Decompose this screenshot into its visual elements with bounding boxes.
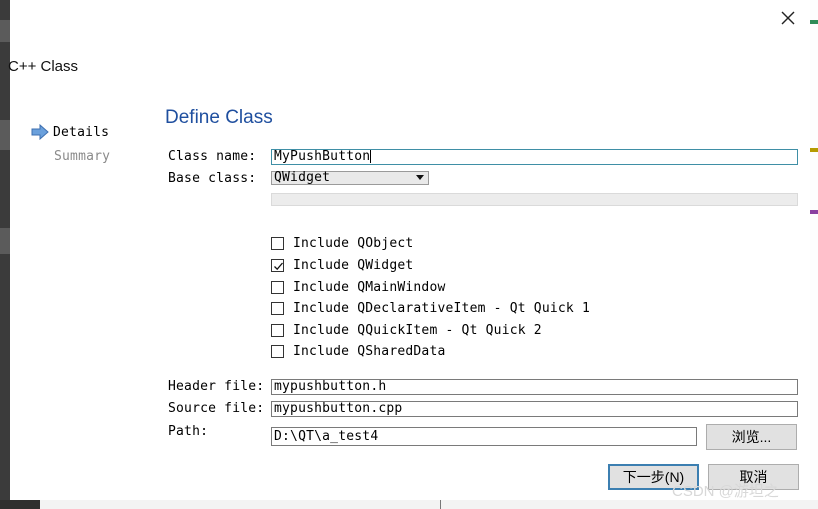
checkbox[interactable] [271,301,284,315]
checkbox-label: Include QSharedData [293,343,446,359]
checkbox-row[interactable]: Include QWidget [271,256,413,274]
background-divider [440,500,441,509]
background-block [0,20,10,42]
checkmark-icon [274,262,283,270]
checkbox-row[interactable]: Include QQuickItem - Qt Quick 2 [271,321,542,339]
watermark: CSDN @游坦之 [672,483,779,500]
header-file-input[interactable]: mypushbutton.h [271,379,798,395]
background-block [0,120,10,150]
checkbox[interactable] [271,344,284,358]
base-class-label: Base class: [168,171,257,186]
background-block [0,228,10,254]
checkbox-row[interactable]: Include QDeclarativeItem - Qt Quick 1 [271,299,590,317]
close-button[interactable] [776,6,800,30]
class-name-value: MyPushButton [274,149,371,164]
path-input[interactable]: D:\QT\a_test4 [271,427,697,446]
checkbox[interactable] [271,258,284,272]
checkbox-label: Include QWidget [293,257,414,273]
nav-item-summary[interactable]: Summary [54,149,110,164]
checkbox-label: Include QDeclarativeItem - Qt Quick 1 [293,300,590,316]
nav-item-details-label: Details [53,124,110,140]
checkbox-label: Include QQuickItem - Qt Quick 2 [293,322,542,338]
class-name-input[interactable]: MyPushButton [271,149,798,165]
text-caret [370,150,372,163]
checkbox-row[interactable]: Include QObject [271,234,413,252]
checkbox[interactable] [271,323,284,337]
background-block [0,500,40,509]
background-mark [810,148,818,152]
base-class-select[interactable]: QWidget [271,171,429,185]
base-class-value: QWidget [274,170,331,185]
new-class-dialog: C++ Class Details Summary Define Class C… [8,0,810,500]
background-mark [810,210,818,214]
checkbox[interactable] [271,236,284,250]
arrow-right-icon [31,124,49,140]
checkbox-row[interactable]: Include QSharedData [271,342,446,360]
background-editor-left [0,0,10,509]
close-icon [781,11,795,25]
path-label: Path: [168,424,209,439]
checkbox-label: Include QObject [293,235,414,251]
source-file-input[interactable]: mypushbutton.cpp [271,401,798,417]
checkbox-row[interactable]: Include QMainWindow [271,278,446,296]
checkbox-label: Include QMainWindow [293,279,446,295]
status-bar [271,193,798,206]
background-mark [810,20,818,24]
checkbox[interactable] [271,280,284,294]
background-editor-bottom [0,500,818,509]
background-editor-right [810,0,818,509]
page-title: Define Class [165,107,273,128]
source-file-label: Source file: [168,401,265,416]
browse-button[interactable]: 浏览... [706,424,797,450]
nav-item-details[interactable]: Details [31,124,109,140]
chevron-down-icon [416,175,424,180]
header-file-label: Header file: [168,379,265,394]
window-title: C++ Class [8,58,79,75]
class-name-label: Class name: [168,149,257,164]
